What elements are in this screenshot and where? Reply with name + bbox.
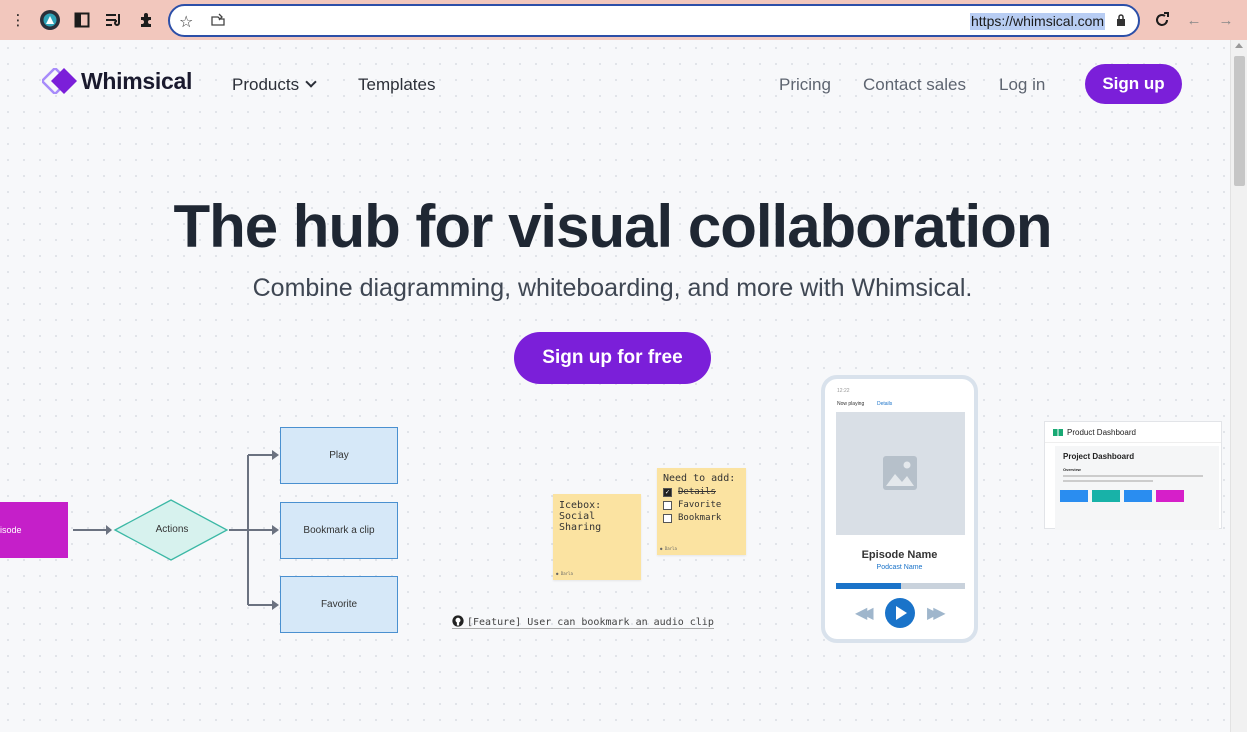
dashboard-header-label: Product Dashboard <box>1067 427 1136 437</box>
episode-artwork <box>836 412 965 535</box>
flow-decision-actions: Actions <box>155 524 189 535</box>
feature-ticket-text: [Feature] User can bookmark an audio cli… <box>467 617 714 628</box>
brand-name[interactable]: Whimsical <box>81 68 192 95</box>
github-icon <box>452 615 464 627</box>
sticky-icebox-author-name: Darla <box>560 571 573 576</box>
checkbox-empty-icon <box>663 513 672 523</box>
nav-pricing[interactable]: Pricing <box>779 75 831 95</box>
hero-subtitle: Combine diagramming, whiteboarding, and … <box>252 274 973 302</box>
url-text[interactable]: https://whimsical.com <box>970 13 1106 30</box>
image-placeholder-icon <box>883 456 917 490</box>
checkbox-checked-icon: ✓ <box>663 487 672 497</box>
flow-node-episode: isode <box>0 502 68 558</box>
dashboard-header: Product Dashboard <box>1045 422 1221 443</box>
playback-progress-fill <box>836 583 901 589</box>
product-dashboard-card: Product Dashboard Project Dashboard Over… <box>1044 421 1222 530</box>
dashboard-task-column <box>1156 490 1184 502</box>
todo-item-label: Bookmark <box>678 513 722 523</box>
dashboard-title: Project Dashboard <box>1063 452 1135 461</box>
reading-list-icon[interactable] <box>104 10 124 30</box>
address-bar[interactable]: ☆ https://whimsical.com <box>168 4 1140 37</box>
dashboard-content: Project Dashboard Overview Tasks <box>1055 446 1219 530</box>
dashboard-task-column <box>1124 490 1152 502</box>
sticky-todo-author: ● Darla <box>660 546 677 551</box>
todo-item-bookmark: Bookmark <box>663 513 740 523</box>
phone-mockup: 12:22 Now playing Details Episode Name P… <box>821 375 978 643</box>
board-icon <box>1053 428 1063 436</box>
phone-tab-details: Details <box>877 401 893 407</box>
lock-icon[interactable] <box>1116 14 1126 29</box>
sticky-todo-title: Need to add: <box>663 473 736 484</box>
scrollbar-thumb[interactable] <box>1234 56 1245 186</box>
todo-item-favorite: Favorite <box>663 500 740 510</box>
dashboard-text-line <box>1063 475 1203 477</box>
todo-item-label: Details <box>678 487 716 497</box>
sticky-icebox-author: ● Darla <box>556 571 573 576</box>
more-vert-icon[interactable]: ⋮ <box>8 10 28 30</box>
phone-tab-now-playing: Now playing <box>837 401 865 407</box>
nav-login[interactable]: Log in <box>999 75 1045 95</box>
nav-products[interactable]: Products <box>232 75 317 95</box>
share-icon[interactable] <box>210 13 226 30</box>
sticky-todo-author-name: Darla <box>664 546 677 551</box>
back-arrow-icon[interactable]: ← <box>1184 10 1204 30</box>
signup-free-button[interactable]: Sign up for free <box>514 332 711 384</box>
whimsical-logo-icon[interactable] <box>42 68 78 94</box>
bookmark-star-icon[interactable]: ☆ <box>179 12 193 32</box>
sticky-icebox-title: Icebox: <box>559 500 602 511</box>
todo-item-details: ✓ Details <box>663 487 740 497</box>
sticky-icebox-body: Social Sharing <box>559 511 602 533</box>
nav-templates[interactable]: Templates <box>358 75 435 95</box>
sticky-todo: Need to add: ✓ Details Favorite Bookmark … <box>657 468 746 555</box>
dashboard-overview: Overview <box>1063 467 1081 472</box>
sidebar-icon[interactable] <box>72 10 92 30</box>
phone-episode-name: Episode Name <box>861 549 938 561</box>
flow-node-episode-label: isode <box>0 525 22 535</box>
page-scrollbar[interactable] <box>1230 40 1247 732</box>
hero-title: The hub for visual collaboration <box>173 193 1052 260</box>
dashboard-text-line <box>1063 480 1153 482</box>
rewind-icon: ◀◀ <box>855 605 873 622</box>
dashboard-task-column <box>1092 490 1120 502</box>
signup-button[interactable]: Sign up <box>1085 64 1182 104</box>
feature-ticket: [Feature] User can bookmark an audio cli… <box>452 615 714 629</box>
phone-time: 12:22 <box>837 388 850 394</box>
extensions-icon[interactable] <box>136 10 156 30</box>
flow-node-play: Play <box>280 427 398 484</box>
todo-item-label: Favorite <box>678 500 722 510</box>
checkbox-empty-icon <box>663 500 672 510</box>
playback-progress <box>836 583 965 589</box>
browser-toolbar: ⋮ ☆ https://whimsical.com ← → <box>0 0 1247 40</box>
nav-products-label: Products <box>232 75 300 94</box>
profile-avatar-icon[interactable] <box>40 10 60 30</box>
flow-node-favorite: Favorite <box>280 576 398 633</box>
play-icon <box>885 598 915 628</box>
flow-node-bookmark: Bookmark a clip <box>280 502 398 559</box>
dashboard-task-column <box>1060 490 1088 502</box>
scroll-up-arrow-icon[interactable] <box>1235 43 1243 48</box>
fast-forward-icon: ▶▶ <box>927 605 945 622</box>
nav-contact-sales[interactable]: Contact sales <box>863 75 966 95</box>
page-viewport: Whimsical Products Templates Pricing Con… <box>0 40 1230 732</box>
forward-arrow-icon[interactable]: → <box>1216 10 1236 30</box>
reload-icon[interactable] <box>1152 10 1172 30</box>
dashboard-task-columns <box>1060 490 1184 502</box>
chevron-down-icon <box>305 76 317 88</box>
phone-podcast-name: Podcast Name <box>876 564 923 571</box>
sticky-icebox: Icebox: Social Sharing ● Darla <box>553 494 641 580</box>
